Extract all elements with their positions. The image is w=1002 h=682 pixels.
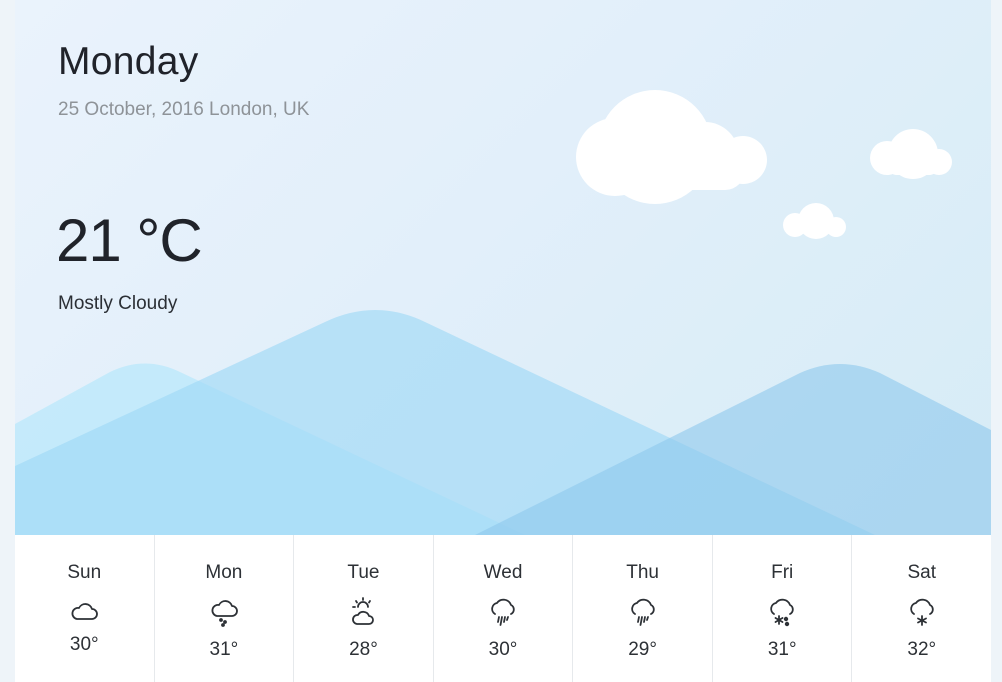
forecast-day-sat[interactable]: Sat 32° — [852, 535, 991, 682]
weekly-forecast: Sun 30° Mon 31° Tue 28° Wed 30° Thu 29° … — [15, 535, 991, 682]
tiny-cloud — [783, 203, 846, 239]
forecast-temperature: 29° — [628, 639, 657, 660]
forecast-day-label: Tue — [347, 562, 380, 583]
sky-illustration: Monday 25 October, 2016 London, UK 21 °C… — [15, 0, 991, 535]
forecast-temperature: 32° — [907, 639, 937, 660]
forecast-temperature: 30° — [69, 634, 99, 655]
forecast-day-thu[interactable]: Thu 29° — [573, 535, 713, 682]
forecast-temperature: 31° — [767, 639, 797, 660]
cloud-rain-icon — [627, 597, 659, 627]
forecast-day-mon[interactable]: Mon 31° — [155, 535, 295, 682]
forecast-day-tue[interactable]: Tue 28° — [294, 535, 434, 682]
forecast-day-label: Mon — [205, 562, 243, 583]
current-day: Monday — [58, 40, 199, 83]
forecast-day-label: Wed — [483, 562, 523, 583]
forecast-temperature: 30° — [488, 639, 518, 660]
weather-card: Monday 25 October, 2016 London, UK 21 °C… — [15, 0, 991, 682]
cloud-snow-icon — [906, 597, 938, 627]
forecast-temperature: 31° — [209, 639, 239, 660]
small-cloud-right — [870, 129, 952, 179]
forecast-day-label: Sat — [907, 562, 937, 583]
forecast-day-label: Sun — [67, 562, 102, 583]
cloud-icon — [68, 597, 100, 627]
forecast-day-label: Fri — [771, 562, 794, 583]
sun-behind-cloud-icon — [347, 597, 379, 627]
cloud-drizzle-icon — [208, 597, 240, 627]
large-cloud — [576, 90, 767, 204]
forecast-day-wed[interactable]: Wed 30° — [434, 535, 574, 682]
forecast-day-sun[interactable]: Sun 30° — [15, 535, 155, 682]
date-location: 25 October, 2016 London, UK — [58, 99, 310, 120]
forecast-day-label: Thu — [626, 562, 659, 583]
weather-condition: Mostly Cloudy — [58, 293, 178, 314]
forecast-day-fri[interactable]: Fri 31° — [713, 535, 853, 682]
cloud-sleet-icon — [766, 597, 798, 627]
forecast-temperature: 28° — [349, 639, 378, 660]
current-temperature: 21 °C — [56, 207, 203, 274]
cloud-rain-icon — [487, 597, 519, 627]
